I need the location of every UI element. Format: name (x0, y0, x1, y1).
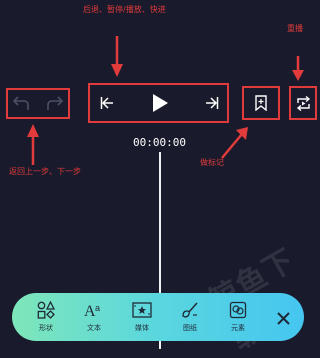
annotation-replay: 重播 (287, 24, 303, 33)
rewind-button[interactable] (97, 93, 117, 113)
annotation-arrow-replay (292, 56, 304, 81)
annotation-player-controls: 后退、暂停/播放、快进 (83, 5, 166, 14)
tool-label: 元素 (231, 324, 245, 332)
annotation-undo-redo: 返回上一步、下一步 (9, 167, 81, 176)
tool-label: 图纸 (183, 324, 197, 332)
undo-button[interactable] (10, 93, 32, 115)
play-pause-button[interactable] (149, 91, 171, 115)
tool-shapes[interactable]: 形状 (28, 299, 64, 337)
skip-forward-icon (206, 97, 219, 109)
replay-button[interactable] (293, 94, 313, 112)
text-icon: A a (83, 299, 105, 321)
annotation-arrow-player (111, 36, 123, 77)
play-icon (153, 94, 168, 112)
tool-label: 媒体 (135, 324, 149, 332)
close-icon (276, 311, 290, 325)
replay-icon (296, 95, 310, 111)
timecode-display: 00:00:00 (133, 136, 186, 149)
bookmark-plus-icon (255, 95, 267, 111)
svg-text:a: a (95, 303, 100, 313)
tool-text[interactable]: A a 文本 (76, 299, 112, 337)
tool-label: 文本 (87, 324, 101, 332)
tool-label: 形状 (39, 324, 53, 332)
tool-drawing[interactable]: 图纸 (172, 299, 208, 337)
skip-back-icon (100, 97, 113, 109)
close-toolbar-button[interactable] (274, 309, 292, 327)
bottom-toolbar: 形状 A a 文本 媒体 图纸 元素 (12, 293, 304, 341)
redo-icon (47, 96, 64, 110)
redo-button[interactable] (44, 93, 66, 115)
shapes-icon (35, 299, 57, 321)
tool-media[interactable]: 媒体 (124, 299, 160, 337)
tool-elements[interactable]: 元素 (220, 299, 256, 337)
media-icon (131, 299, 153, 321)
undo-icon (12, 96, 29, 110)
fast-forward-button[interactable] (202, 93, 222, 113)
drawing-icon (179, 299, 201, 321)
elements-icon (227, 299, 249, 321)
add-marker-button[interactable] (252, 93, 270, 113)
